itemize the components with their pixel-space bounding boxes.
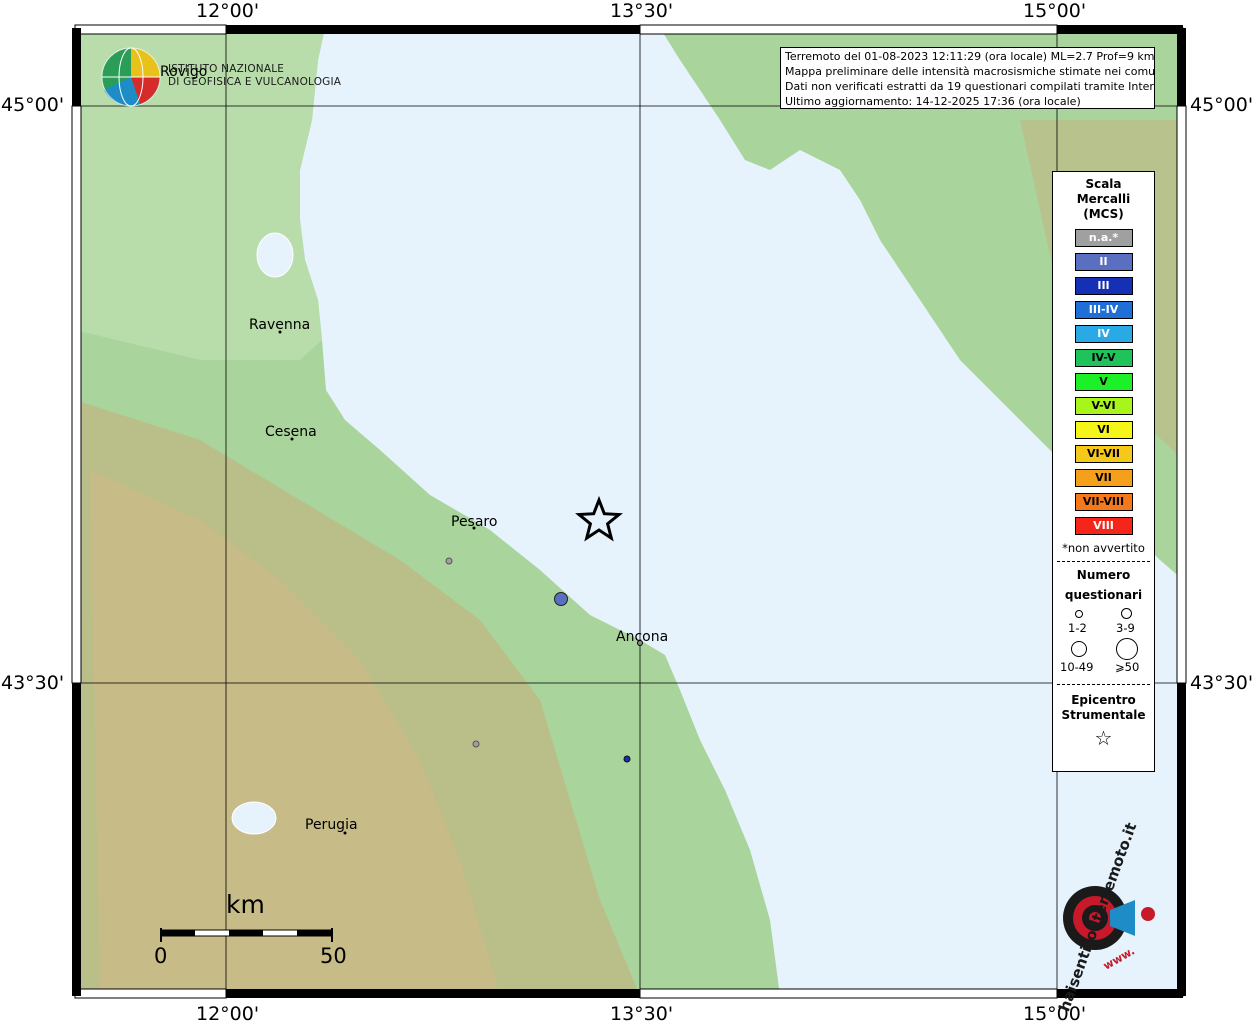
- city-ravenna: Ravenna: [249, 317, 311, 333]
- lat-label-left-1: 45°00': [1, 94, 65, 116]
- legend-title-line: Mercalli: [1076, 192, 1131, 206]
- scale-unit: km: [226, 890, 265, 919]
- legend-item: V: [1074, 373, 1133, 391]
- event-info-line: Terremoto del 01-08-2023 12:11:29 (ora l…: [785, 50, 1154, 63]
- size-ring-large: [1071, 641, 1087, 657]
- hsi-logo: haisentitoilterremoto.it www.: [1020, 820, 1170, 1014]
- event-info-line: Mappa preliminare delle intensità macros…: [785, 65, 1154, 78]
- legend-count-title: Numero questionari: [1053, 565, 1154, 605]
- legend-title-line: (MCS): [1083, 207, 1124, 221]
- size-ring-xlarge: [1116, 638, 1138, 660]
- legend-divider: [1057, 561, 1150, 562]
- legend: Scala Mercalli (MCS) n.a.* II III III-IV IV I…: [1052, 171, 1155, 772]
- size-label: 1-2: [1068, 621, 1087, 635]
- lat-label-right-2: 43°30': [1190, 672, 1254, 694]
- legend-item: IV: [1074, 325, 1133, 343]
- lon-label-bottom-2: 13°30': [610, 1003, 674, 1025]
- lon-label-bottom-1: 12°00': [196, 1003, 260, 1025]
- legend-title-line: Scala: [1085, 177, 1122, 191]
- intensity-point-iii: [623, 755, 631, 763]
- legend-item: VII: [1074, 469, 1133, 487]
- epicenter-star-icon: ☆: [1094, 726, 1113, 750]
- city-rovigo: Rovigo: [160, 64, 208, 80]
- legend-divider: [1057, 684, 1150, 685]
- lon-label-top-1: 12°00': [196, 0, 260, 22]
- event-info-box: Terremoto del 01-08-2023 12:11:29 (ora l…: [780, 47, 1155, 109]
- legend-item: VI: [1074, 421, 1133, 439]
- event-info-line: Dati non verificati estratti da 19 quest…: [785, 80, 1154, 93]
- legend-epicenter-title: Epicentro Strumentale: [1053, 693, 1154, 723]
- city-ancona: Ancona: [616, 629, 669, 645]
- legend-item: VI-VII: [1074, 445, 1133, 463]
- size-ring-small: [1075, 610, 1083, 618]
- intensity-point-na: [472, 740, 480, 748]
- size-ring-medium: [1121, 608, 1132, 619]
- legend-item: VII-VIII: [1074, 493, 1133, 511]
- intensity-point-na: [445, 557, 453, 565]
- legend-note: *non avvertito: [1062, 541, 1145, 555]
- lat-label-right-1: 45°00': [1190, 94, 1254, 116]
- legend-item: IV-V: [1074, 349, 1133, 367]
- lon-label-top-2: 13°30': [610, 0, 674, 22]
- hsi-logo-url: www.: [1101, 944, 1137, 973]
- city-perugia: Perugia: [305, 817, 358, 833]
- intensity-point-ii: [554, 592, 568, 606]
- size-label: 10-49: [1060, 660, 1094, 674]
- lon-label-top-3: 15°00': [1023, 0, 1087, 22]
- legend-item: II: [1074, 253, 1133, 271]
- legend-item: III: [1074, 277, 1133, 295]
- legend-count-title-line: questionari: [1064, 588, 1143, 602]
- legend-item: V-VI: [1074, 397, 1133, 415]
- legend-items: n.a.* II III III-IV IV IV-V V V-VI VI VI-VII VII VI…: [1053, 229, 1154, 535]
- size-label: 3-9: [1116, 621, 1135, 635]
- size-label: ⩾50: [1115, 660, 1140, 674]
- lat-label-left-2: 43°30': [1, 672, 65, 694]
- city-pesaro: Pesaro: [451, 514, 498, 530]
- legend-epicenter-line: Epicentro: [1071, 693, 1136, 707]
- legend-title: Scala Mercalli (MCS): [1053, 177, 1154, 222]
- city-cesena: Cesena: [265, 424, 317, 440]
- ingv-logo-icon: [101, 47, 161, 107]
- legend-item: III-IV: [1074, 301, 1133, 319]
- scale-end: 50: [320, 944, 347, 968]
- scale-start: 0: [154, 944, 168, 968]
- legend-size-samples: 1-2 3-9 10-49 ⩾50: [1053, 605, 1154, 675]
- legend-item: n.a.*: [1074, 229, 1133, 247]
- event-info-line: Ultimo aggiornamento: 14-12-2025 17:36 (…: [785, 95, 1081, 108]
- legend-count-title-line: Numero: [1076, 568, 1131, 582]
- legend-item: VIII: [1074, 517, 1133, 535]
- legend-epicenter-line: Strumentale: [1061, 708, 1146, 722]
